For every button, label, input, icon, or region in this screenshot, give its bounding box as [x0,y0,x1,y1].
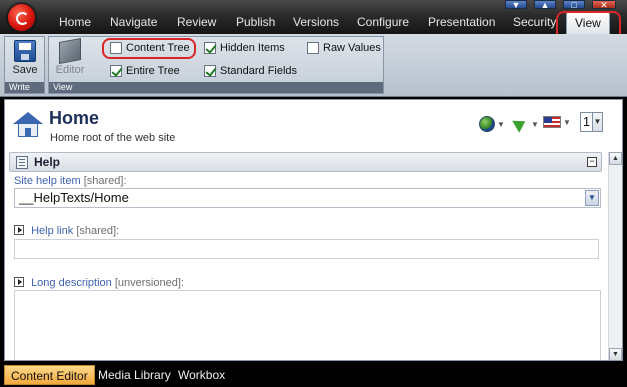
content-tree-check[interactable] [110,42,122,54]
maximize-icon: □ [571,0,577,10]
long-description-tag: [unversioned]: [114,277,184,289]
item-title: Home [49,108,100,128]
version-selector[interactable]: 1 ▼ [580,112,603,132]
editor-label: Editor [55,64,85,76]
restore-icon: ▲ [540,0,550,10]
navigate-arrow-button[interactable]: ▼ [513,116,539,132]
item-header: Home Home root of the web site ▼ ▼ ▼ 1 ▼ [5,100,622,152]
bottom-app-tabs: Content Editor Media Library Workbox [0,363,627,387]
long-description-textarea[interactable] [14,290,601,360]
editor-icon [59,38,81,64]
globe-icon [479,116,495,132]
ribbon: Save Write Editor Content Tree Hidden It… [0,34,627,97]
content-tree-label: Content Tree [126,42,190,54]
view-group: Editor Content Tree Hidden Items Raw Val… [48,36,384,94]
top-menu-bar: Home Navigate Review Publish Versions Co… [0,0,627,40]
tab-media-library[interactable]: Media Library [92,365,177,385]
scroll-up-icon[interactable]: ▲ [609,152,622,165]
site-help-item-select[interactable]: __HelpTexts/Home ▼ [14,188,601,208]
expand-icon[interactable] [14,277,24,287]
minimize-button[interactable]: ▼ [505,0,527,10]
scroll-down-icon[interactable]: ▼ [609,348,622,360]
long-description-name[interactable]: Long description [31,277,112,289]
help-link-name[interactable]: Help link [31,225,73,237]
save-label: Save [12,64,38,76]
view-group-caption: View [49,82,383,93]
help-section-header[interactable]: Help − [9,152,602,172]
content-editor-pane: Home Home root of the web site ▼ ▼ ▼ 1 ▼… [4,99,623,361]
standard-fields-checkbox[interactable]: Standard Fields [204,65,297,77]
help-link-label: Help link [shared]: [14,225,119,237]
tab-review[interactable]: Review [177,14,216,31]
item-subtitle: Home root of the web site [50,132,176,144]
close-button[interactable]: ✕ [592,0,616,10]
collapse-icon[interactable]: − [587,157,597,167]
tab-security[interactable]: Security [513,14,556,31]
content-tree-checkbox[interactable]: Content Tree [110,42,190,54]
entire-tree-label: Entire Tree [126,65,180,77]
app-logo-button[interactable] [7,3,36,32]
language-flag-button[interactable]: ▼ [543,116,571,128]
restore-button[interactable]: ▲ [534,0,556,10]
minimize-icon: ▼ [511,0,521,10]
hidden-items-checkbox[interactable]: Hidden Items [204,42,285,54]
site-help-item-tag: [shared]: [83,175,127,187]
home-icon [13,112,43,138]
vertical-scrollbar[interactable]: ▲ ▼ [608,152,622,360]
close-icon: ✕ [600,0,608,10]
version-number: 1 [580,112,593,132]
save-icon [14,40,36,62]
hidden-items-label: Hidden Items [220,42,285,54]
tab-home[interactable]: Home [59,14,91,31]
green-arrow-icon [513,116,529,132]
tab-workbox[interactable]: Workbox [172,365,231,385]
tab-presentation[interactable]: Presentation [428,14,495,31]
write-group-caption: Write [5,82,44,93]
write-group: Save Write [4,36,45,94]
help-link-tag: [shared]: [76,225,120,237]
site-help-item-value: __HelpTexts/Home [19,190,129,205]
expand-icon[interactable] [14,225,24,235]
raw-values-label: Raw Values [323,42,381,54]
standard-fields-check[interactable] [204,65,216,77]
site-help-item-name[interactable]: Site help item [14,175,81,187]
language-globe-button[interactable]: ▼ [479,116,505,132]
chevron-down-icon: ▼ [531,119,539,129]
long-description-label: Long description [unversioned]: [14,277,184,289]
tab-publish[interactable]: Publish [236,14,275,31]
tab-navigate[interactable]: Navigate [110,14,157,31]
chevron-down-icon[interactable]: ▼ [593,112,603,132]
chevron-down-icon: ▼ [497,119,505,129]
hidden-items-check[interactable] [204,42,216,54]
help-section-title: Help [34,155,61,169]
raw-values-check[interactable] [307,42,319,54]
entire-tree-check[interactable] [110,65,122,77]
editor-button[interactable]: Editor [52,38,88,76]
tab-view[interactable]: View [566,12,610,34]
maximize-button[interactable]: □ [563,0,585,10]
document-icon [16,156,28,169]
us-flag-icon [543,116,561,128]
chevron-down-icon[interactable]: ▼ [585,190,599,206]
save-button[interactable]: Save [7,40,43,76]
entire-tree-checkbox[interactable]: Entire Tree [110,65,180,77]
help-link-input[interactable] [14,239,599,259]
tab-configure[interactable]: Configure [357,14,409,31]
tab-versions[interactable]: Versions [293,14,339,31]
site-help-item-label: Site help item [shared]: [14,175,127,187]
chevron-down-icon: ▼ [563,117,571,127]
raw-values-checkbox[interactable]: Raw Values [307,42,381,54]
tab-content-editor[interactable]: Content Editor [4,365,95,385]
standard-fields-label: Standard Fields [220,65,298,77]
